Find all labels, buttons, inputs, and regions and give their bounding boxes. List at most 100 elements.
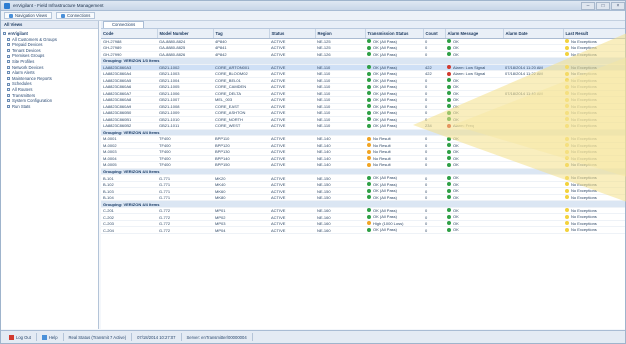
column-header-alarm-date[interactable]: Alarm Date (503, 29, 564, 39)
status-text: No Exceptions (571, 64, 597, 70)
tree-expander-icon[interactable] (7, 93, 10, 97)
warning-status-icon (367, 149, 371, 154)
alarm-status-icon (447, 123, 451, 128)
column-header-code[interactable]: Code (101, 29, 158, 39)
status-text: OK (453, 110, 459, 116)
warning-status-icon (565, 110, 569, 115)
table-row[interactable]: C-204 G-772 MP04 ACTIVE NE-160 OK (All Pass) 0… (101, 226, 625, 234)
status-indicator: No Exceptions (565, 110, 597, 115)
status-text: OK (453, 77, 459, 83)
cell-status: ACTIVE (269, 226, 315, 234)
status-text: No Exceptions (571, 97, 597, 103)
group-header-row[interactable]: Grouping: VERIZON 4/4 Items (101, 128, 625, 137)
status-indicator: No Exceptions (565, 221, 597, 226)
status-text: OK (All Pass) (373, 64, 398, 70)
ok-status-icon (367, 214, 371, 219)
warning-status-icon (565, 123, 569, 128)
column-header-alarm-message[interactable]: Alarm Message (445, 29, 504, 39)
tab-connections[interactable]: Connections (103, 21, 145, 28)
warning-status-icon (565, 221, 569, 226)
status-text: OK (453, 116, 459, 122)
warning-status-icon (565, 214, 569, 219)
status-indicator: No Exceptions (565, 162, 597, 167)
ok-status-icon (367, 39, 371, 43)
column-header-region[interactable]: Region (315, 29, 366, 39)
ok-status-icon (367, 45, 371, 50)
navigation-views-button[interactable]: Navigation Views (4, 12, 53, 19)
column-header-status[interactable]: Status (269, 29, 316, 39)
toolbar: Navigation Views Connections (1, 11, 625, 21)
warning-status-icon (565, 84, 569, 89)
ok-status-icon (447, 182, 451, 187)
tree-expander-icon[interactable] (7, 65, 10, 69)
ok-status-icon (447, 52, 451, 56)
ok-status-icon (367, 84, 371, 89)
status-indicator: OK (447, 45, 459, 50)
status-timestamp: 07/18/2014 10:27:07 (132, 333, 182, 341)
warning-status-icon (367, 221, 371, 226)
group-header-row[interactable]: Grouping: VERIZON 4/4 Items (101, 200, 625, 208)
tree-expander-icon[interactable] (7, 77, 10, 81)
status-indicator: No Result (367, 162, 391, 167)
ok-status-icon (447, 162, 451, 167)
help-link[interactable]: Help (37, 333, 64, 341)
tree-expander-icon[interactable] (7, 54, 10, 58)
column-header-count[interactable]: Count (423, 29, 446, 39)
cell-alarm-date (503, 226, 563, 234)
tree-expander-icon[interactable] (7, 105, 10, 109)
sidebar-header[interactable]: All Views (1, 21, 98, 29)
group-header-row[interactable]: Grouping: VERIZON 1/3 Items (101, 57, 625, 65)
status-text: No Exceptions (571, 45, 597, 50)
column-header-tag[interactable]: Tag (213, 29, 270, 39)
status-indicator: Alarm: Freq (447, 123, 474, 128)
warning-status-icon (565, 188, 569, 193)
ok-status-icon (447, 188, 451, 193)
status-indicator: OK (All Pass) (367, 227, 397, 232)
tree-expander-icon[interactable] (7, 82, 10, 86)
status-indicator: OK (All Pass) (367, 208, 397, 213)
tree-expander-icon[interactable] (7, 71, 10, 75)
ok-status-icon (447, 78, 451, 83)
window-title: enVigilant - Field Infrastructure Manage… (13, 3, 104, 8)
maximize-button[interactable]: □ (596, 1, 610, 10)
status-text: No Exceptions (571, 38, 597, 44)
ok-status-icon (447, 175, 451, 180)
minimize-button[interactable]: – (581, 1, 595, 10)
close-button[interactable]: × (611, 1, 625, 10)
column-header-model-number[interactable]: Model Number (157, 29, 214, 39)
ok-status-icon (447, 195, 451, 200)
warning-status-icon (565, 156, 569, 161)
ok-status-icon (367, 227, 371, 232)
tree-expander-icon[interactable] (3, 32, 6, 36)
ok-status-icon (447, 104, 451, 109)
status-text: No Exceptions (571, 116, 597, 122)
cell-count: 0 (423, 226, 445, 234)
tree-expander-icon[interactable] (7, 60, 10, 64)
tree-expander-icon[interactable] (7, 49, 10, 53)
status-indicator: OK (447, 221, 459, 226)
status-text: No Exceptions (571, 136, 597, 142)
tree-expander-icon[interactable] (7, 43, 10, 47)
status-text: No Exceptions (571, 71, 597, 77)
app-window: enVigilant - Field Infrastructure Manage… (0, 0, 626, 344)
status-indicator: No Exceptions (565, 84, 597, 89)
status-text: No Result (373, 149, 391, 155)
column-header-last-result[interactable]: Last Result (563, 29, 625, 39)
group-header-row[interactable]: Grouping: VERIZON 4/4 Items (101, 167, 625, 176)
column-header-transmission-status[interactable]: Transmission Status (365, 29, 424, 39)
window-controls: – □ × (580, 1, 625, 10)
tree-expander-icon[interactable] (7, 37, 10, 41)
status-text: OK (All Pass) (373, 90, 398, 96)
status-indicator: No Exceptions (565, 175, 597, 180)
logout-link[interactable]: Log Out (4, 333, 37, 341)
tree-expander-icon[interactable] (7, 88, 10, 92)
sidebar-item-run-stats[interactable]: Run Stats (3, 104, 98, 110)
ok-status-icon (447, 143, 451, 148)
status-bar: Log Out Help Real Status (Transmit 7 Act… (1, 330, 625, 343)
status-text: No Exceptions (571, 214, 597, 220)
status-text: OK (453, 181, 459, 187)
grid-body: GH-27988 GA-8880-8824 4P840 ACTIVE NE-125 OK … (101, 38, 625, 234)
tree-expander-icon[interactable] (7, 99, 10, 103)
app-logo-icon (4, 2, 10, 9)
connections-button[interactable]: Connections (56, 12, 96, 19)
